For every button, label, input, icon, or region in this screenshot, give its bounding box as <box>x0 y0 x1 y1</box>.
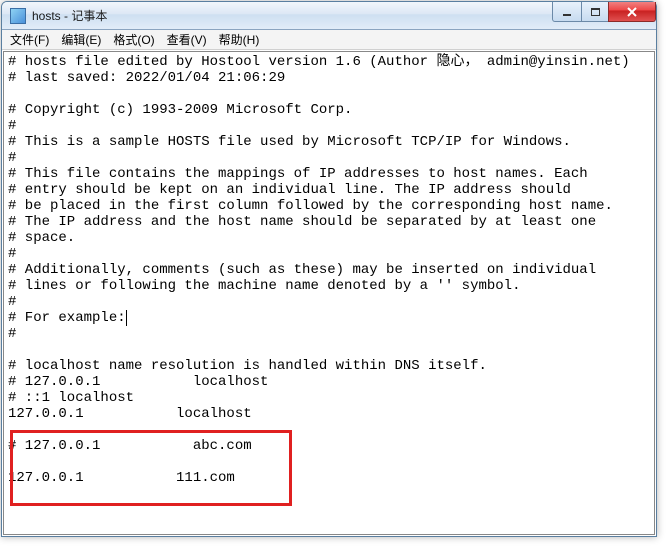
editor-line: 127.0.0.1 111.com <box>8 470 650 486</box>
menu-file[interactable]: 文件(F) <box>4 29 55 50</box>
editor-line: # <box>8 118 650 134</box>
editor-line: # <box>8 150 650 166</box>
menu-edit[interactable]: 编辑(E) <box>55 29 107 50</box>
editor-line: # For example: <box>8 310 650 326</box>
editor-line: # Copyright (c) 1993-2009 Microsoft Corp… <box>8 102 650 118</box>
editor-viewport: # hosts file edited by Hostool version 1… <box>3 51 655 535</box>
editor-line: # Additionally, comments (such as these)… <box>8 262 650 278</box>
editor-line: # <box>8 294 650 310</box>
editor-line <box>8 454 650 470</box>
close-button[interactable] <box>608 2 656 22</box>
menubar: 文件(F) 编辑(E) 格式(O) 查看(V) 帮助(H) <box>2 30 656 50</box>
text-editor[interactable]: # hosts file edited by Hostool version 1… <box>4 52 654 488</box>
menu-format[interactable]: 格式(O) <box>107 29 160 50</box>
editor-line: # entry should be kept on an individual … <box>8 182 650 198</box>
editor-line: # 127.0.0.1 localhost <box>8 374 650 390</box>
minimize-icon <box>563 14 571 16</box>
menu-view[interactable]: 查看(V) <box>161 29 213 50</box>
editor-line: # 127.0.0.1 abc.com <box>8 438 650 454</box>
editor-line: # <box>8 326 650 342</box>
editor-line <box>8 422 650 438</box>
editor-line <box>8 86 650 102</box>
editor-line: # last saved: 2022/01/04 21:06:29 <box>8 70 650 86</box>
menu-help[interactable]: 帮助(H) <box>213 29 266 50</box>
window-controls <box>553 2 656 22</box>
editor-line: 127.0.0.1 localhost <box>8 406 650 422</box>
editor-line: # This file contains the mappings of IP … <box>8 166 650 182</box>
titlebar[interactable]: hosts - 记事本 <box>2 2 656 30</box>
editor-line: # The IP address and the host name shoul… <box>8 214 650 230</box>
editor-line: # hosts file edited by Hostool version 1… <box>8 54 650 70</box>
notepad-window: hosts - 记事本 文件(F) 编辑(E) 格式(O) 查看(V) 帮助(H… <box>1 1 657 537</box>
editor-line: # localhost name resolution is handled w… <box>8 358 650 374</box>
editor-line: # This is a sample HOSTS file used by Mi… <box>8 134 650 150</box>
annotation-arrow <box>4 488 655 535</box>
minimize-button[interactable] <box>552 2 582 22</box>
editor-line: # ::1 localhost <box>8 390 650 406</box>
editor-line: # space. <box>8 230 650 246</box>
editor-line: # <box>8 246 650 262</box>
notepad-icon <box>10 8 26 24</box>
maximize-button[interactable] <box>581 2 609 22</box>
window-title: hosts - 记事本 <box>32 7 107 24</box>
editor-line <box>8 342 650 358</box>
editor-line: # be placed in the first column followed… <box>8 198 650 214</box>
close-icon <box>626 6 638 18</box>
editor-line: # lines or following the machine name de… <box>8 278 650 294</box>
maximize-icon <box>591 8 600 16</box>
